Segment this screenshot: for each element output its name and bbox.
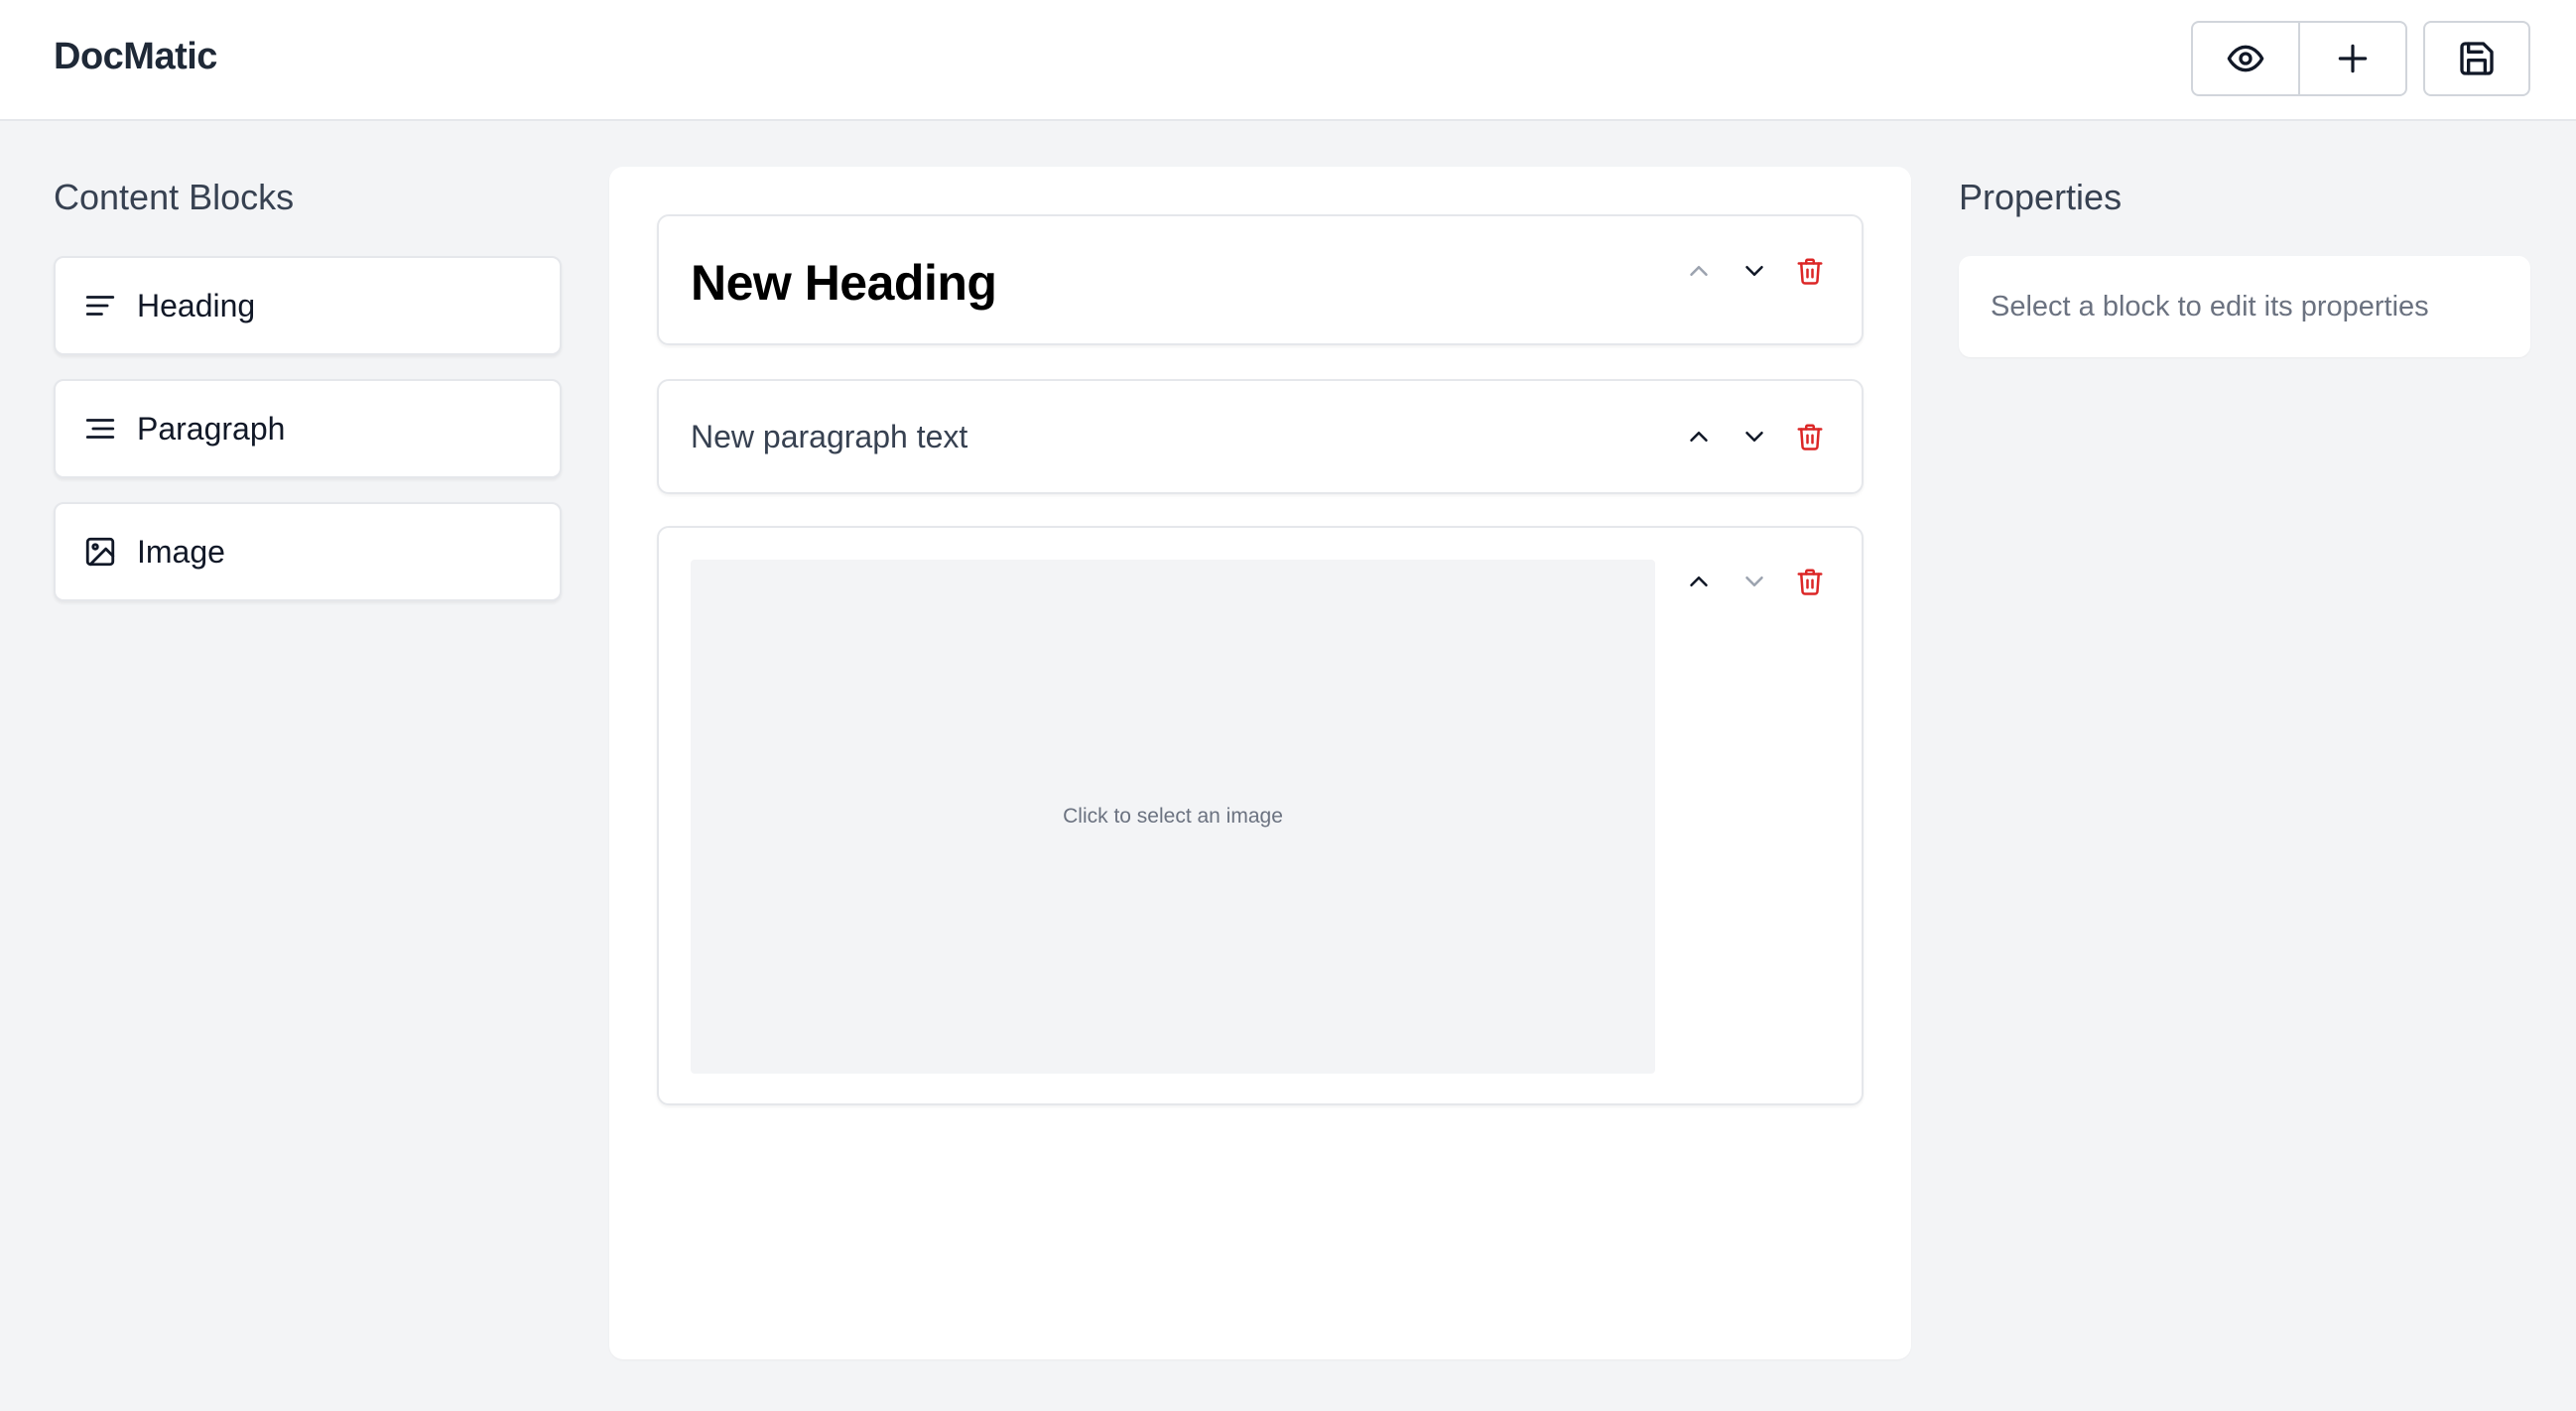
chevron-up-icon <box>1690 577 1708 586</box>
document-canvas: New Heading New paragraph text Click to … <box>609 167 1911 1359</box>
content-blocks-title: Content Blocks <box>54 177 295 217</box>
chevron-down-icon <box>1745 577 1763 586</box>
delete-button[interactable] <box>1790 417 1830 456</box>
add-paragraph-block[interactable]: Paragraph <box>54 379 562 478</box>
move-up-button[interactable] <box>1679 562 1719 601</box>
delete-button[interactable] <box>1790 251 1830 291</box>
toolbar-button-group <box>2191 21 2407 96</box>
heading-block[interactable]: New Heading <box>657 214 1864 345</box>
trash-icon <box>1797 258 1823 285</box>
block-item-label: Paragraph <box>137 410 286 447</box>
paragraph-text[interactable]: New paragraph text <box>691 419 967 455</box>
block-controls <box>1679 251 1830 291</box>
trash-icon <box>1797 424 1823 450</box>
paragraph-block[interactable]: New paragraph text <box>657 379 1864 494</box>
align-right-icon <box>83 412 117 446</box>
image-block[interactable]: Click to select an image <box>657 526 1864 1105</box>
plus-icon <box>2338 44 2368 73</box>
properties-title: Properties <box>1959 177 2123 217</box>
delete-button[interactable] <box>1790 562 1830 601</box>
save-button[interactable] <box>2423 21 2530 96</box>
move-up-button[interactable] <box>1679 251 1719 291</box>
chevron-down-icon <box>1745 432 1763 442</box>
add-heading-block[interactable]: Heading <box>54 256 562 355</box>
trash-icon <box>1797 569 1823 595</box>
block-item-label: Heading <box>137 287 256 323</box>
move-down-button[interactable] <box>1735 417 1774 456</box>
add-image-block[interactable]: Image <box>54 502 562 601</box>
app-title: DocMatic <box>54 36 217 77</box>
block-controls <box>1679 417 1830 456</box>
eye-icon <box>2227 45 2264 72</box>
heading-text[interactable]: New Heading <box>691 254 997 312</box>
floppy-disk-icon <box>2460 42 2494 75</box>
block-item-label: Image <box>137 533 225 570</box>
move-down-button[interactable] <box>1735 251 1774 291</box>
image-icon <box>83 535 117 569</box>
block-controls <box>1679 562 1830 601</box>
move-down-button[interactable] <box>1735 562 1774 601</box>
top-bar: DocMatic <box>0 0 2576 121</box>
image-placeholder[interactable]: Click to select an image <box>691 560 1655 1074</box>
image-placeholder-text: Click to select an image <box>1063 805 1283 828</box>
move-up-button[interactable] <box>1679 417 1719 456</box>
align-left-icon <box>83 289 117 322</box>
add-block-button[interactable] <box>2298 23 2405 94</box>
properties-empty-message: Select a block to edit its properties <box>1991 290 2429 322</box>
chevron-up-icon <box>1690 432 1708 442</box>
chevron-up-icon <box>1690 266 1708 276</box>
properties-panel: Select a block to edit its properties <box>1959 256 2530 357</box>
chevron-down-icon <box>1745 266 1763 276</box>
preview-button[interactable] <box>2193 23 2298 94</box>
